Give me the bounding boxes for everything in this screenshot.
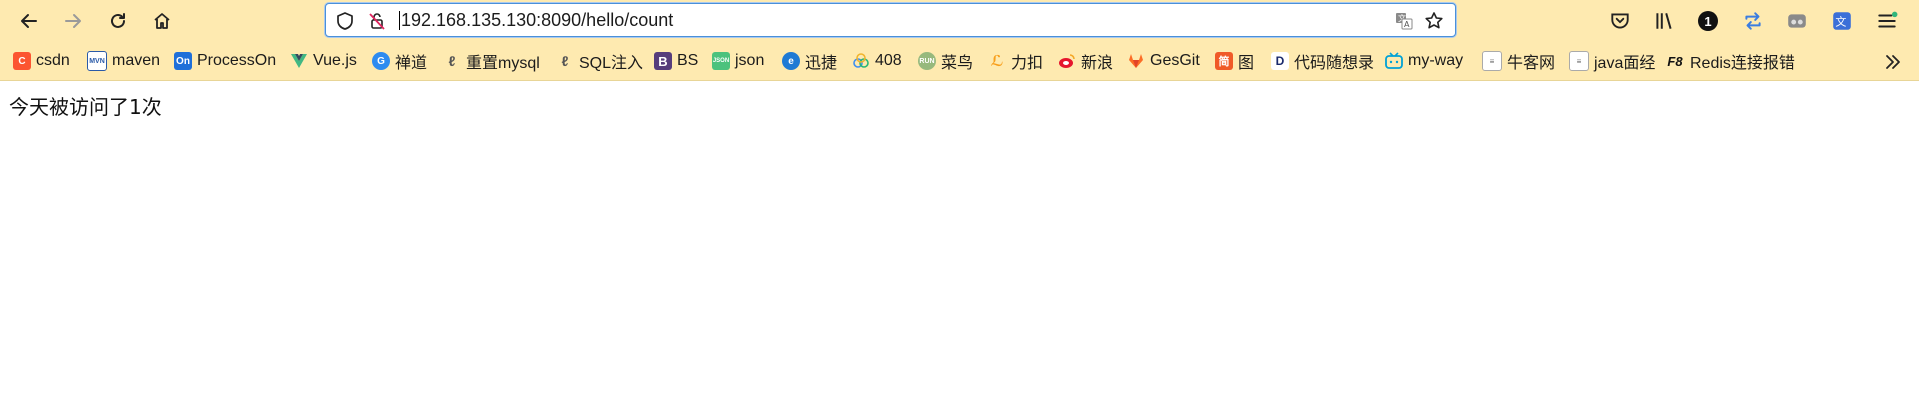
bookmark-label: 迅捷 (805, 55, 838, 72)
bookmark-label: 禅道 (395, 55, 428, 72)
bookmark-label: GesGit (1150, 52, 1200, 69)
leetcode-icon: ℒ (990, 53, 1004, 70)
jian-icon: 简 (1215, 52, 1233, 70)
f8-icon: F8 (1667, 53, 1683, 69)
bookmark-json[interactable]: JSON json (712, 50, 764, 72)
bookmark-label: Redis连接报错 (1690, 55, 1795, 72)
bookmark-label: 力扣 (1011, 55, 1044, 72)
bookmark-label: Vue.js (313, 52, 357, 69)
forward-button[interactable] (59, 7, 87, 35)
menu-button[interactable] (1874, 8, 1900, 34)
bookmark-leetcode[interactable]: ℒ 力扣 (988, 50, 1043, 72)
bookmark-reset-mysql[interactable]: ℓ 重置mysql (443, 50, 540, 72)
pocket-icon (1611, 13, 1629, 29)
arrow-left-icon (21, 14, 37, 28)
runoob-icon: RUN (918, 52, 936, 70)
zentao-icon: G (372, 52, 390, 70)
reload-button[interactable] (104, 7, 132, 35)
bookmark-tu[interactable]: 简 图 (1215, 50, 1254, 72)
translator-extension-button[interactable]: 文 (1829, 8, 1855, 34)
bookmark-label: 新浪 (1081, 55, 1114, 72)
svg-text:文: 文 (1835, 14, 1846, 28)
bookmark-zentao[interactable]: G 禅道 (372, 50, 427, 72)
insecure-lock-icon[interactable] (366, 10, 388, 32)
weibo-icon (1058, 52, 1076, 70)
bookmark-408[interactable]: 408 (852, 50, 902, 72)
bookmark-label: 图 (1238, 55, 1255, 72)
csdn-icon: C (13, 52, 31, 70)
double-chevron-right-icon (1886, 55, 1900, 69)
back-button[interactable] (15, 7, 43, 35)
page-icon: ≡ (1569, 51, 1589, 71)
bookmark-label: ProcessOn (197, 52, 277, 69)
bookmark-label: SQL注入 (579, 55, 644, 72)
bookmarks-bar: C csdn MVN maven On ProcessOn Vue.js G 禅… (0, 42, 1919, 81)
processon-icon: On (174, 52, 192, 70)
account-button[interactable]: 1 (1695, 8, 1721, 34)
bookmark-label: BS (677, 52, 699, 69)
bookmark-label: java面经 (1594, 55, 1656, 72)
bookmark-label: 牛客网 (1507, 55, 1556, 72)
bookmark-runoob[interactable]: RUN 菜鸟 (918, 50, 973, 72)
bookmark-maven[interactable]: MVN maven (87, 50, 160, 72)
bookmark-nowcoder[interactable]: ≡ 牛客网 (1482, 50, 1555, 72)
maven-icon: MVN (87, 51, 107, 71)
bookmark-java-mianjing[interactable]: ≡ java面经 (1569, 50, 1655, 72)
bookmark-processon[interactable]: On ProcessOn (174, 50, 276, 72)
bookmark-label: 菜鸟 (941, 55, 974, 72)
library-button[interactable] (1651, 8, 1677, 34)
address-bar[interactable]: 192.168.135.130:8090/hello/count 文A (325, 3, 1456, 37)
bookmark-csdn[interactable]: C csdn (13, 50, 70, 72)
bookmark-dmsxl[interactable]: D 代码随想录 (1271, 50, 1374, 72)
hamburger-icon (1878, 11, 1898, 28)
bookmark-label: json (735, 52, 765, 69)
browser-toolbar: 192.168.135.130:8090/hello/count 文A 1 文 (0, 0, 1919, 42)
translator-icon: 文 (1833, 12, 1851, 30)
sync-extension-button[interactable] (1740, 8, 1766, 34)
extension-button[interactable] (1784, 8, 1810, 34)
dm-icon: D (1271, 52, 1289, 70)
bilibili-icon (1385, 52, 1403, 70)
repeat-icon (1745, 12, 1761, 30)
bookmark-label: 408 (875, 52, 902, 69)
xunjie-icon: e (782, 52, 800, 70)
reload-icon (111, 13, 125, 28)
doc-icon: ℓ (561, 53, 569, 69)
json-icon: JSON (712, 52, 730, 70)
url-text[interactable]: 192.168.135.130:8090/hello/count (398, 4, 673, 36)
bookmark-gesgit[interactable]: GesGit (1127, 50, 1200, 72)
incognito-icon (1788, 14, 1806, 28)
svg-text:A: A (1404, 20, 1410, 29)
bookmark-sina[interactable]: 新浪 (1058, 50, 1113, 72)
star-icon[interactable] (1423, 10, 1445, 32)
bookmark-sql-injection[interactable]: ℓ SQL注入 (556, 50, 643, 72)
doc-icon: ℓ (448, 53, 456, 69)
bookmark-bs[interactable]: B BS (654, 50, 698, 72)
account-badge: 1 (1698, 11, 1718, 31)
bootstrap-icon: B (654, 52, 672, 70)
arrow-right-icon (65, 14, 81, 28)
translate-icon[interactable]: 文A (1393, 10, 1415, 32)
bookmark-label: maven (112, 52, 161, 69)
bookmark-label: 代码随想录 (1294, 55, 1375, 72)
shield-icon[interactable] (334, 10, 356, 32)
bookmark-vuejs[interactable]: Vue.js (290, 50, 357, 72)
gitlab-icon (1127, 52, 1145, 70)
bookmark-redis-error[interactable]: F8 Redis连接报错 (1665, 50, 1795, 73)
bookmark-label: my-way (1408, 52, 1464, 69)
home-icon (154, 13, 170, 29)
vue-icon (290, 52, 308, 70)
pocket-button[interactable] (1607, 8, 1633, 34)
home-button[interactable] (148, 7, 176, 35)
bookmark-xunjie[interactable]: e 迅捷 (782, 50, 837, 72)
cloud-icon (852, 52, 870, 70)
page-message: 今天被访问了1次 (9, 95, 162, 119)
library-icon (1656, 13, 1672, 29)
bookmark-label: csdn (36, 52, 70, 69)
bookmark-label: 重置mysql (466, 55, 540, 72)
page-icon: ≡ (1482, 51, 1502, 71)
bookmark-my-way[interactable]: my-way (1385, 50, 1463, 72)
bookmarks-overflow-button[interactable] (1880, 50, 1906, 74)
